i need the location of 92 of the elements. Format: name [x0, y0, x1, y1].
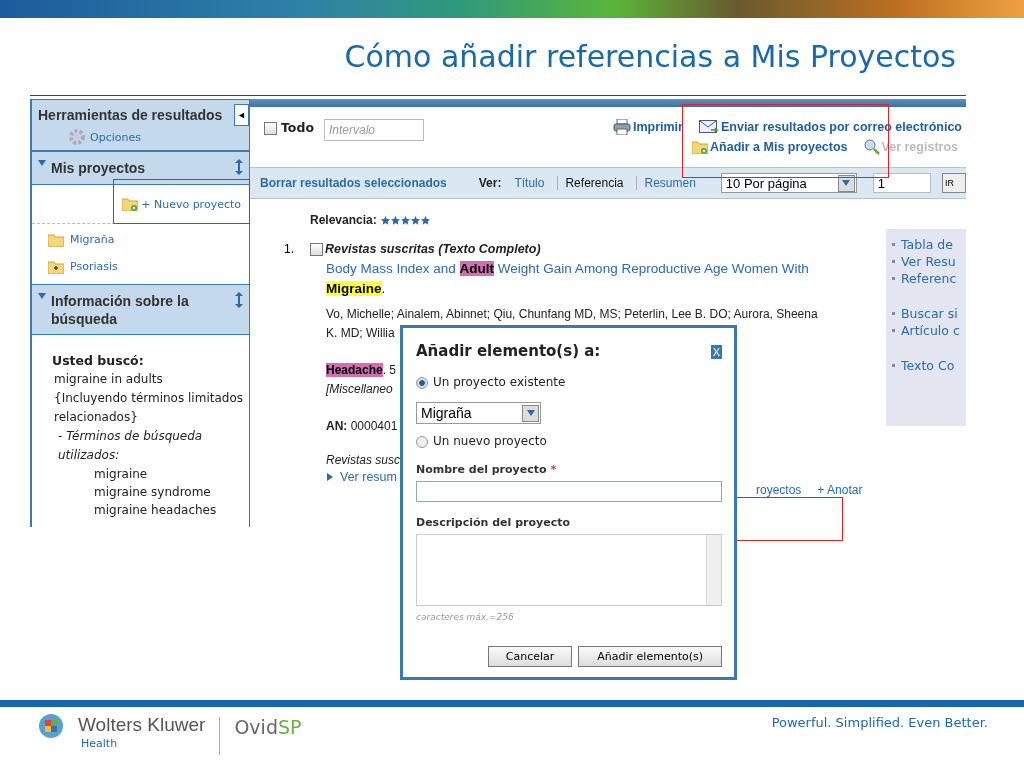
division-name: Health	[80, 737, 119, 750]
search-heading: Usted buscó:	[52, 352, 145, 370]
related-link[interactable]: Buscar si	[901, 306, 958, 321]
search-term: migraine headaches	[93, 502, 217, 519]
view-label: Ver:	[478, 174, 502, 192]
panel-title: Herramientas de resultados	[38, 106, 224, 124]
result-title-link[interactable]: Body Mass Index and Adult Weight Gain Among Reproductive Age Women With Migraine.	[326, 259, 862, 299]
view-tab[interactable]: Resumen	[636, 176, 703, 190]
cancel-button[interactable]: Cancelar	[487, 646, 573, 667]
triangle-icon	[326, 473, 334, 481]
folder-plus-icon	[48, 259, 64, 274]
folder-icon	[48, 232, 64, 247]
star-icon	[410, 216, 420, 225]
per-page-select[interactable]: 10 Por página	[720, 173, 857, 193]
project-item[interactable]: Psoriasis	[70, 260, 118, 273]
add-button[interactable]: Añadir elemento(s)	[578, 646, 722, 667]
field-label: Descripción del proyecto	[416, 516, 571, 530]
page-field[interactable]: 1	[872, 173, 931, 193]
search-term: migraine	[93, 466, 148, 483]
result-number: 1.	[284, 241, 295, 258]
bullet-icon	[892, 364, 895, 367]
add-folder-icon	[692, 140, 708, 154]
checkbox[interactable]	[264, 122, 277, 135]
character-limit: caracteres máx.=256	[416, 611, 515, 624]
result-authors: K. MD; Willia	[326, 325, 395, 342]
dropdown-arrow-icon	[842, 179, 851, 187]
close-button[interactable]: X	[710, 344, 722, 359]
printer-icon	[612, 119, 631, 135]
select-all-label: Todo	[281, 119, 314, 137]
related-link[interactable]: Tabla de	[901, 237, 953, 252]
bullet-icon	[892, 329, 895, 332]
projects-link[interactable]: royectos	[756, 483, 802, 497]
abstract-link[interactable]: Ver resum	[340, 470, 397, 484]
resize-arrows-icon[interactable]	[235, 292, 243, 308]
search-term: migraine syndrome	[93, 484, 211, 501]
search-note: {Incluyendo términos limitados relacionados}	[53, 390, 243, 426]
action-link[interactable]: Añadir a Mis proyectos	[692, 139, 848, 155]
view-tab[interactable]: Referencia	[557, 176, 631, 190]
project-name-field[interactable]	[416, 481, 722, 502]
star-icon	[400, 216, 410, 225]
dialog-title: Añadir elemento(s) a:	[416, 342, 601, 361]
bullet-icon	[892, 312, 895, 315]
result-authors: Vo, Michelle; Ainalem, Abinnet; Qiu, Chunfang MD, MS; Peterlin, Lee B. DO; Aurora, Sheena	[326, 306, 818, 323]
search-query: migraine in adults	[53, 371, 164, 388]
project-select[interactable]: Migraña	[416, 402, 541, 424]
related-link[interactable]: Texto Co	[901, 358, 955, 373]
field-label: Nombre del proyecto *	[416, 463, 558, 477]
magnifier-plus-icon	[863, 139, 880, 155]
related-link[interactable]: Referenc	[901, 271, 957, 286]
bullet-icon	[892, 277, 895, 280]
logo-globe-icon	[38, 713, 64, 739]
new-project-link[interactable]: + Nuevo proyecto	[141, 197, 241, 211]
panel-title: Mis proyectos	[51, 159, 147, 177]
tagline: Powerful. Simplified. Even Better.	[771, 714, 988, 732]
annotate-link[interactable]: + Anotar	[817, 483, 863, 497]
radio-label: Un nuevo proyecto	[433, 433, 547, 450]
result-category: [Miscellaneo	[326, 381, 393, 398]
gear-icon	[68, 128, 86, 146]
company-name: Wolters Kluwer	[78, 713, 206, 737]
bullet-icon	[892, 243, 895, 246]
result-source: Revistas suscritas (Texto Completo)	[325, 241, 541, 258]
range-field[interactable]: Intervalo	[324, 119, 424, 141]
clear-selection-link[interactable]: Borrar resultados seleccionados	[260, 176, 447, 190]
bullet-icon	[892, 260, 895, 263]
checkbox[interactable]	[310, 243, 323, 256]
radio-label: Un proyecto existente	[433, 374, 566, 391]
terms-heading: - Términos de búsqueda utilizados:	[57, 428, 204, 464]
radio-button[interactable]	[416, 435, 428, 448]
project-item[interactable]: Migraña	[70, 233, 115, 246]
star-icon	[380, 216, 390, 225]
star-icon	[420, 216, 430, 225]
product-name: OvidSP	[234, 715, 302, 740]
go-button[interactable]: IR	[942, 173, 966, 193]
add-folder-icon	[122, 197, 139, 211]
panel-title: Información sobre la búsqueda	[51, 292, 190, 328]
relevance-label: Relevancia:	[310, 212, 377, 229]
related-link[interactable]: Ver Resu	[901, 254, 956, 269]
result-availability: Revistas susc	[326, 452, 401, 469]
action-link[interactable]: Imprimir	[612, 119, 683, 135]
related-link[interactable]: Artículo c	[901, 323, 960, 338]
view-tab[interactable]: Título	[507, 176, 552, 190]
envelope-icon	[698, 120, 719, 134]
radio-button[interactable]	[416, 376, 428, 389]
dropdown-arrow-icon	[526, 409, 535, 417]
collapse-button[interactable]: ◄	[234, 104, 249, 126]
resize-arrows-icon[interactable]	[235, 159, 243, 175]
slide-title: Cómo añadir referencias a Mis Proyectos	[344, 39, 956, 74]
accession-number: AN: 0000401	[326, 418, 398, 435]
description-field[interactable]	[416, 534, 722, 606]
result-journal: Headache. 5	[326, 362, 397, 379]
options-link[interactable]: Opciones	[90, 130, 141, 144]
star-icon	[390, 216, 400, 225]
